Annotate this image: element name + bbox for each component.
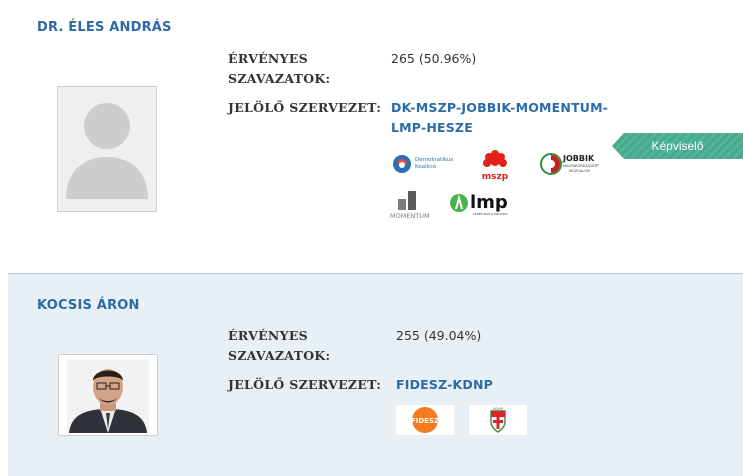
fidesz-logo: FIDESZ bbox=[396, 405, 454, 435]
svg-text:MOZGALOM: MOZGALOM bbox=[569, 169, 590, 173]
candidate-name[interactable]: DR. ÉLES ANDRÁS bbox=[37, 20, 172, 35]
jobbik-logo: JOBBIK MAGYARORSZÁGÉRT MOZGALOM bbox=[540, 151, 602, 177]
kdnp-logo: KDNP bbox=[469, 405, 527, 435]
person-photo bbox=[59, 355, 157, 435]
votes-value: 265 (50.96%) bbox=[391, 51, 477, 66]
svg-text:lmp: lmp bbox=[470, 192, 508, 213]
candidate-name[interactable]: KOCSIS ÁRON bbox=[37, 298, 140, 313]
svg-text:KDNP: KDNP bbox=[493, 407, 503, 411]
org-link[interactable]: FIDESZ-KDNP bbox=[396, 375, 493, 395]
svg-text:Koalíció: Koalíció bbox=[415, 163, 437, 170]
org-label: JELÖLŐ SZERVEZET: bbox=[228, 100, 382, 115]
svg-text:LEHET MÁS A POLITIKA: LEHET MÁS A POLITIKA bbox=[473, 211, 508, 216]
svg-text:mszp: mszp bbox=[482, 172, 509, 182]
svg-text:Demokratikus: Demokratikus bbox=[415, 157, 453, 163]
candidate-card-2: KOCSIS ÁRON ÉRVÉNYES SZAVAZATOK: 255 (49… bbox=[8, 273, 743, 476]
votes-label: ÉRVÉNYES SZAVAZATOK: bbox=[228, 328, 331, 363]
org-label: JELÖLŐ SZERVEZET: bbox=[228, 377, 382, 392]
momentum-logo: MOMENTUM bbox=[390, 188, 438, 220]
votes-label: ÉRVÉNYES SZAVAZATOK: bbox=[228, 51, 331, 86]
svg-text:MOMENTUM: MOMENTUM bbox=[390, 212, 430, 220]
candidate-photo bbox=[58, 354, 158, 436]
svg-text:FIDESZ: FIDESZ bbox=[411, 417, 439, 425]
svg-text:MAGYARORSZÁGÉRT: MAGYARORSZÁGÉRT bbox=[563, 163, 600, 168]
lmp-logo: lmp LEHET MÁS A POLITIKA bbox=[449, 190, 511, 218]
mszp-logo: mszp bbox=[477, 146, 513, 182]
dk-logo: Demokratikus Koalíció bbox=[391, 151, 455, 177]
candidate-card-1: DR. ÉLES ANDRÁS ÉRVÉNYES SZAVAZATOK: 265… bbox=[0, 0, 743, 272]
svg-text:JOBBIK: JOBBIK bbox=[562, 154, 595, 163]
org-link[interactable]: DK-MSZP-JOBBIK-MOMENTUM- LMP-HESZE bbox=[391, 98, 608, 138]
avatar-placeholder-icon bbox=[58, 87, 156, 211]
votes-value: 255 (49.04%) bbox=[396, 328, 482, 343]
candidate-photo-placeholder bbox=[57, 86, 157, 212]
representative-badge: Képviselő bbox=[612, 133, 743, 159]
